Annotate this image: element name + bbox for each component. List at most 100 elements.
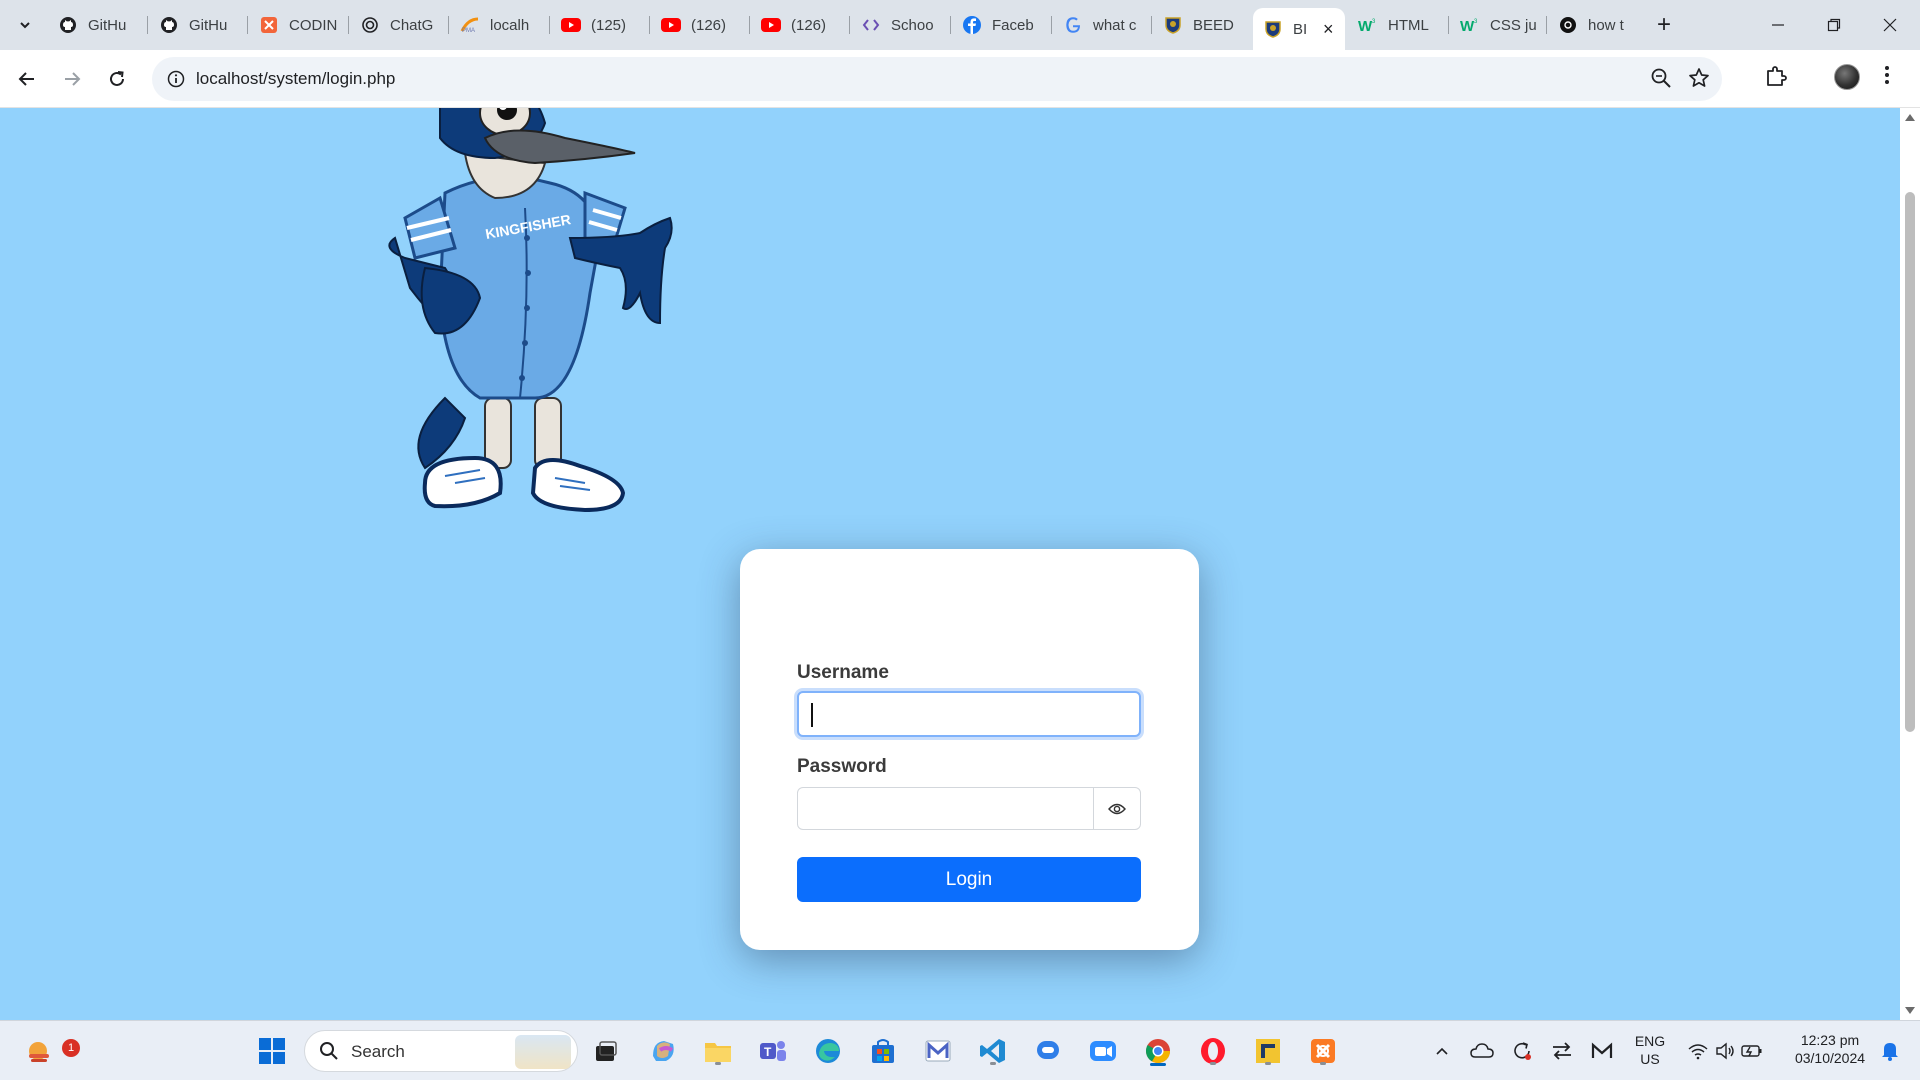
- tab-title: CODIN: [289, 16, 338, 34]
- arrow-right-icon: [65, 72, 81, 86]
- scrollbar-thumb[interactable]: [1905, 192, 1915, 732]
- browser-tab[interactable]: GitHu: [149, 8, 249, 42]
- close-icon: [1883, 18, 1897, 32]
- battery-icon: [1741, 1045, 1762, 1057]
- wifi-icon: [1688, 1044, 1708, 1060]
- new-tab-button[interactable]: +: [1650, 11, 1678, 39]
- login-button[interactable]: Login: [797, 857, 1141, 902]
- page-scrollbar[interactable]: [1900, 108, 1920, 1020]
- eye-icon: [1108, 803, 1126, 814]
- sticky-app-button[interactable]: [1250, 1033, 1286, 1069]
- sync-tray[interactable]: [1504, 1033, 1540, 1069]
- code-icon: [861, 15, 881, 35]
- onedrive-tray[interactable]: [1464, 1033, 1500, 1069]
- task-view-button[interactable]: [588, 1033, 624, 1069]
- scroll-up-arrow[interactable]: [1905, 114, 1915, 121]
- back-button[interactable]: [10, 62, 44, 96]
- teams-button[interactable]: T: [755, 1033, 791, 1069]
- browser-tab[interactable]: W 3 CSS ju: [1450, 8, 1550, 42]
- kingfisher-mascot-image: KINGFISHER: [388, 108, 673, 513]
- clock[interactable]: 12:23 pm 03/10/2024: [1782, 1031, 1878, 1067]
- search-icon: [320, 1042, 338, 1060]
- tab-separator: [348, 16, 349, 34]
- taskbar-search[interactable]: Search: [304, 1030, 578, 1072]
- messenger-button[interactable]: [1030, 1033, 1066, 1069]
- browser-tab[interactable]: BI ×: [1253, 8, 1345, 50]
- browser-tab[interactable]: (126): [651, 8, 751, 42]
- restore-icon: [1827, 18, 1841, 32]
- scroll-down-arrow[interactable]: [1905, 1007, 1915, 1014]
- xampp-button[interactable]: [1305, 1033, 1341, 1069]
- notifications-button[interactable]: [1876, 1033, 1904, 1069]
- w3schools-icon: W3: [1358, 15, 1378, 35]
- bookmark-star-icon[interactable]: [1688, 67, 1710, 94]
- restore-button[interactable]: [1806, 0, 1862, 50]
- tab-search-button[interactable]: [10, 10, 40, 40]
- google-icon: [1063, 15, 1083, 35]
- start-button[interactable]: [254, 1033, 290, 1069]
- chevron-up-icon: [1436, 1047, 1448, 1055]
- username-label: Username: [797, 662, 889, 683]
- browser-tab[interactable]: BEED: [1153, 8, 1253, 42]
- transfer-tray[interactable]: [1544, 1033, 1580, 1069]
- browser-tab[interactable]: how t: [1548, 8, 1648, 42]
- windows-taskbar: 1 Search T ENG US 12:23 pm 03/10/2024: [0, 1020, 1920, 1080]
- github-icon: [159, 15, 179, 35]
- show-hidden-icons-button[interactable]: [1424, 1033, 1460, 1069]
- browser-tab[interactable]: CODIN: [249, 8, 349, 42]
- language-line2: US: [1640, 1051, 1660, 1067]
- file-explorer-button[interactable]: [700, 1033, 736, 1069]
- weather-badge: 1: [62, 1039, 80, 1057]
- browser-tab[interactable]: PMA localh: [450, 8, 550, 42]
- teams-icon: T: [760, 1041, 786, 1061]
- profile-avatar[interactable]: [1834, 64, 1860, 90]
- tab-title: CSS ju: [1490, 16, 1537, 34]
- browser-tab[interactable]: ChatG: [350, 8, 450, 42]
- language-indicator[interactable]: ENG US: [1628, 1032, 1672, 1068]
- minimize-icon: [1772, 24, 1784, 26]
- browser-tab[interactable]: W 3 HTML: [1348, 8, 1448, 42]
- microsoft-store-button[interactable]: [865, 1033, 901, 1069]
- site-info-icon[interactable]: [164, 67, 188, 91]
- browser-tab[interactable]: Faceb: [952, 8, 1052, 42]
- close-tab-icon[interactable]: ×: [1323, 19, 1334, 40]
- openai-icon: [1558, 15, 1578, 35]
- browser-tab[interactable]: (126): [751, 8, 851, 42]
- tab-title: localh: [490, 16, 530, 34]
- password-input[interactable]: [797, 787, 1094, 830]
- reload-button[interactable]: [100, 62, 134, 96]
- copilot-button[interactable]: [645, 1033, 681, 1069]
- zoom-app-button[interactable]: [1085, 1033, 1121, 1069]
- edge-button[interactable]: [810, 1033, 846, 1069]
- forward-button[interactable]: [55, 62, 89, 96]
- codingal-icon: [259, 15, 279, 35]
- tab-title: BI: [1293, 20, 1308, 38]
- opera-button[interactable]: [1195, 1033, 1231, 1069]
- browser-tab[interactable]: Schoo: [851, 8, 951, 42]
- close-window-button[interactable]: [1862, 0, 1918, 50]
- facebook-icon: [962, 15, 982, 35]
- vscode-button[interactable]: [975, 1033, 1011, 1069]
- zoom-icon[interactable]: [1650, 67, 1672, 94]
- weather-widget[interactable]: 1: [22, 1033, 80, 1069]
- browser-tab[interactable]: what c: [1053, 8, 1153, 42]
- username-input[interactable]: [797, 691, 1141, 737]
- quick-settings-button[interactable]: [1680, 1033, 1770, 1069]
- extensions-icon[interactable]: [1764, 64, 1788, 93]
- browser-menu-icon[interactable]: [1884, 64, 1890, 91]
- toggle-password-visibility-button[interactable]: [1093, 787, 1141, 830]
- address-bar[interactable]: localhost/system/login.php: [152, 57, 1722, 101]
- url-text[interactable]: localhost/system/login.php: [196, 69, 395, 89]
- volume-icon: [1716, 1042, 1734, 1060]
- search-highlight-image: [515, 1035, 571, 1069]
- chatgpt-icon: [360, 15, 380, 35]
- youtube-icon: [761, 15, 781, 35]
- minimize-button[interactable]: [1750, 0, 1806, 50]
- tab-strip: GitHu GitHu CODIN ChatG PMA localh (125) (126) (…: [0, 0, 1920, 50]
- browser-tab[interactable]: GitHu: [48, 8, 148, 42]
- chrome-button[interactable]: [1140, 1033, 1176, 1069]
- browser-tab[interactable]: (125): [551, 8, 651, 42]
- tab-title: how t: [1588, 16, 1624, 34]
- gmail-app-button[interactable]: [920, 1033, 956, 1069]
- mail-tray[interactable]: [1584, 1033, 1620, 1069]
